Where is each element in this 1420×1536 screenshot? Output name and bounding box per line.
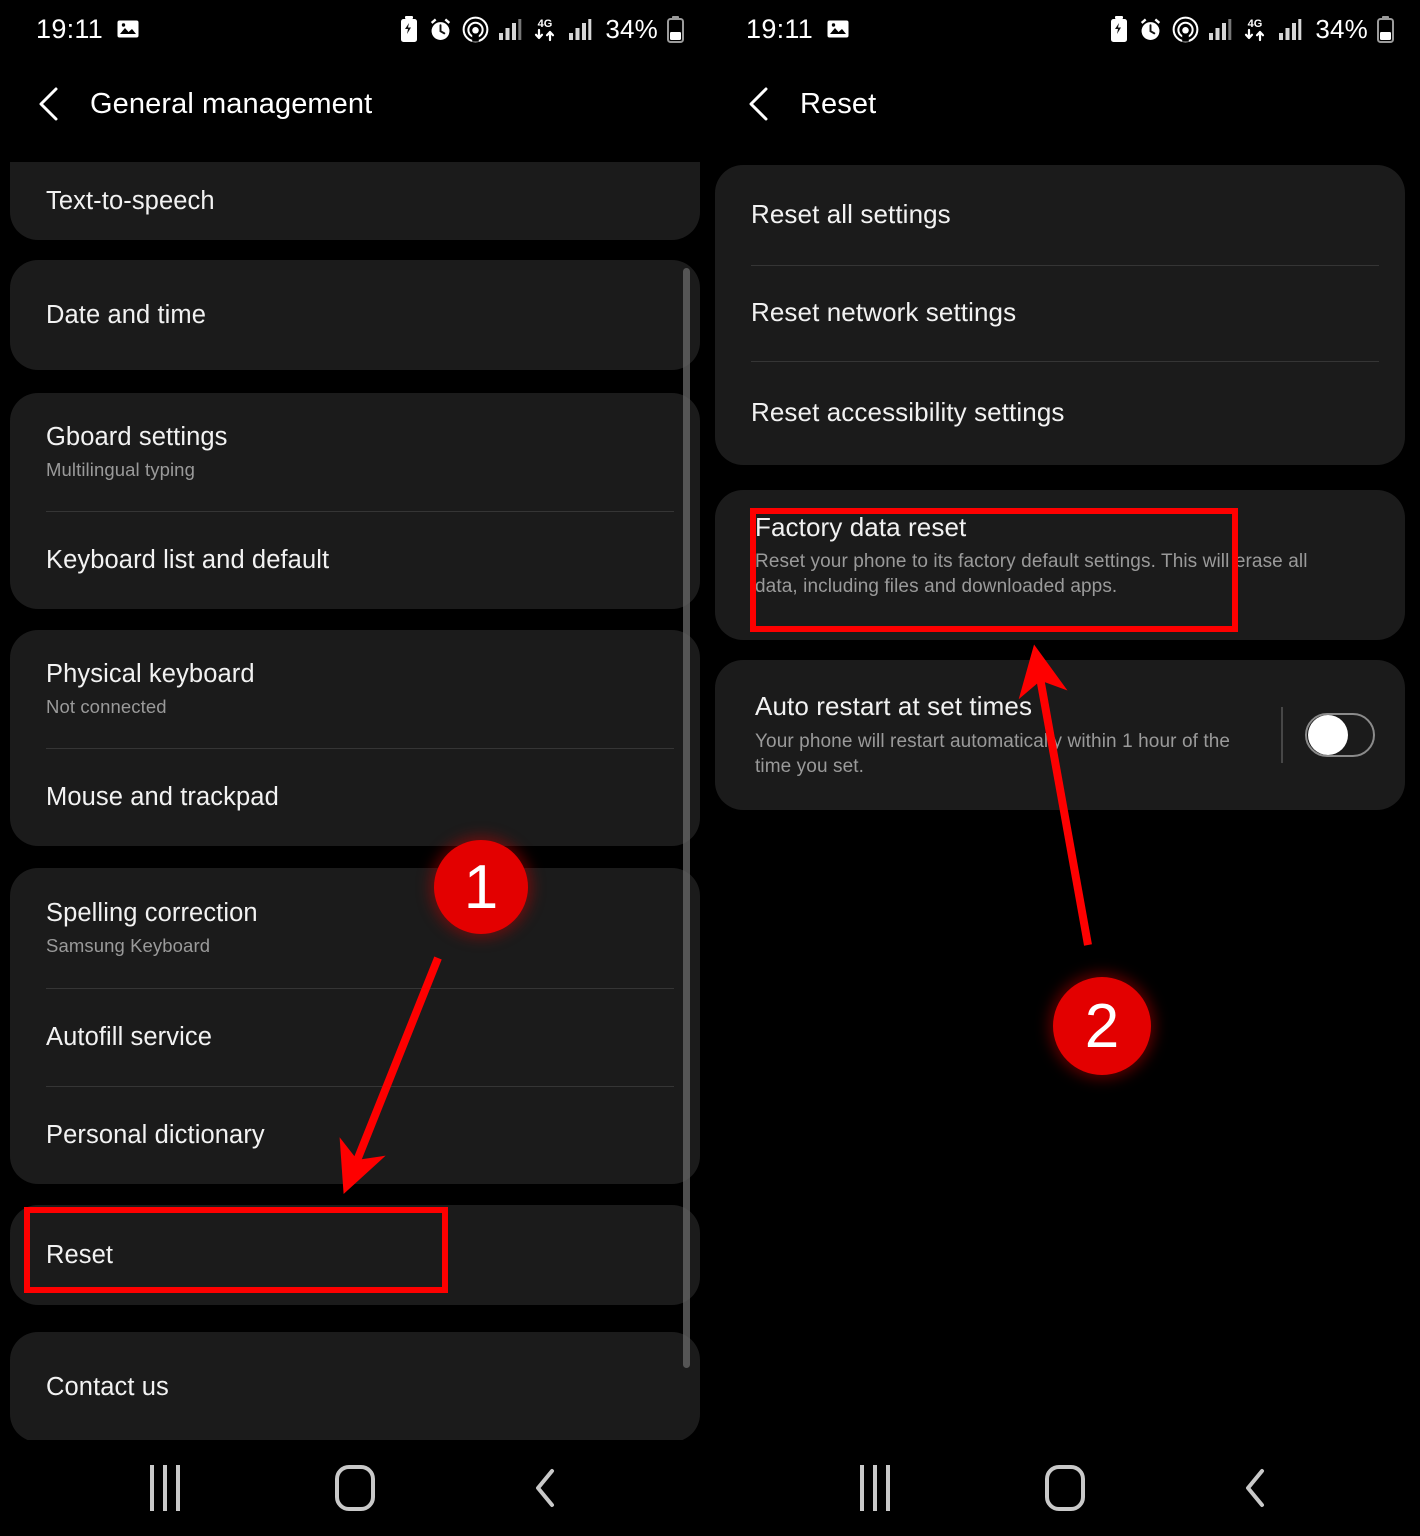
status-time: 19:11 [746,13,814,44]
toggle-separator [1281,707,1283,763]
list-item[interactable]: Spelling correction Samsung Keyboard [10,868,700,988]
list-item-title: Reset accessibility settings [751,397,1065,428]
svg-text:4G: 4G [538,18,553,30]
svg-text:4G: 4G [1248,18,1263,30]
settings-group-reset-options: Reset all settings Reset network setting… [715,165,1405,465]
page-title: Reset [800,87,877,120]
list-item-reset-accessibility-settings[interactable]: Reset accessibility settings [715,361,1405,465]
settings-group-date-time: Date and time [10,260,700,370]
list-item-reset-network-settings[interactable]: Reset network settings [715,265,1405,361]
network-4g-icon: 4G [531,16,559,43]
page-title: General management [90,87,373,120]
signal-bars-icon [1278,17,1302,41]
step-badge-2: 2 [1053,977,1151,1075]
status-time: 19:11 [36,13,104,44]
nav-bar-right [710,1440,1420,1536]
auto-restart-toggle[interactable] [1305,713,1375,757]
settings-scroll-left[interactable]: Text-to-speech Date and time Gboard sett… [0,150,710,1442]
battery-saver-icon [399,16,419,42]
list-item-title: Date and time [46,300,207,329]
list-item[interactable]: Gboard settings Multilingual typing [10,393,700,511]
list-item-reset-all-settings[interactable]: Reset all settings [715,165,1405,265]
settings-group-input-devices: Physical keyboard Not connected Mouse an… [10,630,700,846]
battery-icon [1377,15,1394,43]
toggle-knob [1308,715,1348,755]
back-chevron-icon[interactable] [34,85,64,123]
list-item[interactable]: Keyboard list and default [10,511,700,609]
list-item-title: Gboard settings [46,422,228,451]
settings-group-reset: Reset [10,1205,700,1305]
list-item[interactable]: Physical keyboard Not connected [10,630,700,748]
list-item-title: Mouse and trackpad [46,782,279,811]
settings-group-typing: Spelling correction Samsung Keyboard Aut… [10,868,700,1184]
list-item-subtitle: Your phone will restart automatically wi… [755,730,1231,777]
signal-bars-icon [1208,17,1232,41]
photo-icon [826,17,850,41]
status-bar-left: 19:11 4G 34% [0,0,710,58]
list-item[interactable]: Mouse and trackpad [10,748,700,846]
settings-group-contact-us: Contact us [10,1332,700,1442]
nav-bar-left [0,1440,710,1536]
home-icon[interactable] [310,1458,400,1518]
panel-separator [708,0,712,1536]
battery-icon [667,15,684,43]
list-item-title: Contact us [46,1372,169,1401]
list-item-subtitle: Samsung Keyboard [46,935,211,957]
back-chevron-icon[interactable] [744,85,774,123]
status-bar-right: 19:11 4G 34% [710,0,1420,58]
list-item-title: Auto restart at set times [755,691,1033,722]
network-4g-icon: 4G [1241,16,1269,43]
settings-group-text-to-speech: Text-to-speech [10,162,700,240]
list-item-title: Reset network settings [751,297,1017,328]
list-item-reset[interactable]: Reset [10,1205,700,1305]
signal-bars-icon [568,17,592,41]
alarm-icon [1138,17,1163,42]
list-item[interactable]: Personal dictionary [10,1086,700,1184]
auto-restart-toggle-wrap [1281,707,1375,763]
hotspot-icon [462,16,489,43]
list-item-title: Personal dictionary [46,1120,265,1149]
screenshot-stage: 19:11 4G 34% General management Text-to-… [0,0,1420,1536]
settings-group-auto-restart: Auto restart at set times Your phone wil… [715,660,1405,810]
signal-bars-icon [498,17,522,41]
list-item-title: Keyboard list and default [46,545,330,574]
list-item-title: Reset [46,1240,114,1269]
hotspot-icon [1172,16,1199,43]
list-item-title: Spelling correction [46,898,258,927]
list-item-factory-data-reset[interactable]: Factory data reset Reset your phone to i… [715,490,1405,640]
battery-percent: 34% [1315,13,1368,44]
list-item[interactable]: Contact us [10,1332,700,1442]
settings-group-factory-data-reset: Factory data reset Reset your phone to i… [715,490,1405,640]
back-icon[interactable] [1210,1458,1300,1518]
back-icon[interactable] [500,1458,590,1518]
battery-percent: 34% [605,13,658,44]
app-bar-right: Reset [710,58,1420,150]
list-item[interactable]: Autofill service [10,988,700,1086]
app-bar-left: General management [0,58,710,150]
list-item[interactable]: Date and time [10,260,700,370]
list-item-auto-restart[interactable]: Auto restart at set times Your phone wil… [715,660,1405,810]
list-item-title: Physical keyboard [46,659,255,688]
step-badge-1: 1 [434,840,528,934]
list-item-title: Autofill service [46,1022,212,1051]
list-item-subtitle: Not connected [46,696,167,718]
list-item-title: Text-to-speech [46,186,215,215]
vertical-scrollbar[interactable] [683,268,690,1368]
battery-saver-icon [1109,16,1129,42]
left-phone-screen: 19:11 4G 34% General management Text-to-… [0,0,710,1536]
right-phone-screen: 19:11 4G 34% Reset Reset all settings Re… [710,0,1420,1536]
recents-icon[interactable] [120,1458,210,1518]
settings-group-keyboards: Gboard settings Multilingual typing Keyb… [10,393,700,609]
recents-icon[interactable] [830,1458,920,1518]
alarm-icon [428,17,453,42]
list-item-title: Reset all settings [751,199,951,230]
list-item-subtitle: Reset your phone to its factory default … [755,551,1308,598]
list-item[interactable]: Text-to-speech [10,162,700,240]
settings-scroll-right[interactable]: Reset all settings Reset network setting… [710,150,1420,1440]
photo-icon [116,17,140,41]
list-item-title: Factory data reset [755,512,967,542]
list-item-subtitle: Multilingual typing [46,459,195,481]
home-icon[interactable] [1020,1458,1110,1518]
